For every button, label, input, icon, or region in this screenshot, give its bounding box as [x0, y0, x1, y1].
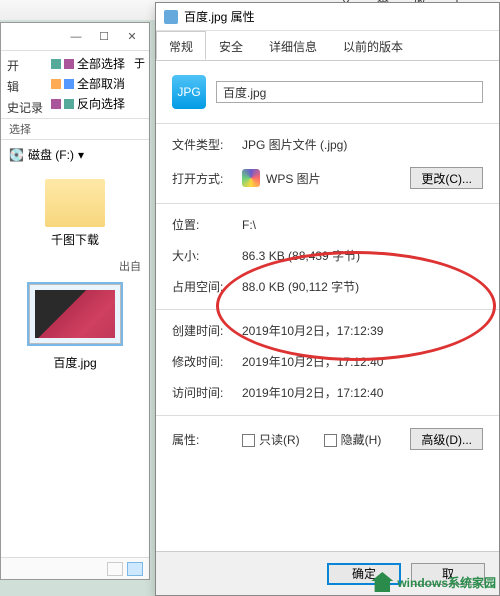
explorer-statusbar — [1, 557, 149, 579]
value-sizeondisk: 88.0 KB (90,112 字节) — [242, 278, 359, 295]
explorer-titlebar: ― ☐ ✕ — [1, 23, 149, 51]
change-button[interactable]: 更改(C)... — [410, 167, 483, 189]
value-openwith: WPS 图片 — [266, 170, 321, 187]
value-accessed: 2019年10月2日，17:12:40 — [242, 384, 383, 401]
label-location: 位置: — [172, 216, 242, 233]
view-details-icon[interactable] — [107, 562, 123, 576]
value-modified: 2019年10月2日，17:12:40 — [242, 353, 383, 370]
label-filetype: 文件类型: — [172, 136, 242, 153]
jpg-small-icon — [164, 10, 178, 24]
label-sizeondisk: 占用空间: — [172, 278, 242, 295]
close-icon[interactable]: ✕ — [121, 28, 143, 46]
folder-icon — [45, 179, 105, 227]
filename-input[interactable]: 百度.jpg — [216, 81, 483, 103]
value-filetype: JPG 图片文件 (.jpg) — [242, 136, 347, 153]
file-thumbnail — [35, 290, 115, 338]
tab-general[interactable]: 常规 — [156, 31, 206, 60]
file-label: 百度.jpg — [53, 354, 96, 371]
label-created: 创建时间: — [172, 322, 242, 339]
label-accessed: 访问时间: — [172, 384, 242, 401]
drive-icon: 💽 — [9, 148, 24, 162]
label-openwith: 打开方式: — [172, 170, 242, 187]
properties-titlebar: 百度.jpg 属性 — [156, 3, 499, 31]
hidden-checkbox[interactable]: 隐藏(H) — [324, 431, 382, 448]
tab-security[interactable]: 安全 — [206, 31, 256, 60]
value-created: 2019年10月2日，17:12:39 — [242, 322, 383, 339]
history-label[interactable]: 史记录 — [7, 99, 43, 116]
folder-label: 千图下载 — [35, 231, 115, 248]
select-group-label: 选择 — [1, 119, 149, 140]
general-panel: JPG 百度.jpg 文件类型:JPG 图片文件 (.jpg) 打开方式: WPS… — [156, 61, 499, 551]
house-icon — [371, 572, 393, 592]
properties-dialog: 百度.jpg 属性 常规 安全 详细信息 以前的版本 JPG 百度.jpg 文件… — [155, 2, 500, 596]
between-text: 出自 — [119, 258, 141, 274]
select-all[interactable]: 全部选择 — [51, 55, 125, 72]
title-cols: 于 — [134, 55, 145, 114]
label-size: 大小: — [172, 247, 242, 264]
view-thumbnails-icon[interactable] — [127, 562, 143, 576]
label-modified: 修改时间: — [172, 353, 242, 370]
value-size: 86.3 KB (88,439 字节) — [242, 247, 360, 264]
chevron-down-icon[interactable]: ▾ — [78, 148, 84, 162]
open-label[interactable]: 开 — [7, 57, 43, 74]
maximize-icon[interactable]: ☐ — [93, 28, 115, 46]
advanced-button[interactable]: 高级(D)... — [410, 428, 483, 450]
minimize-icon[interactable]: ― — [65, 28, 87, 46]
explorer-window: ― ☐ ✕ 开 辑 史记录 全部选择 全部取消 反向选择 于 选择 💽 磁盘 (… — [0, 22, 150, 580]
label-attrs: 属性: — [172, 431, 242, 448]
tab-details[interactable]: 详细信息 — [256, 31, 330, 60]
file-item-selected[interactable] — [29, 284, 121, 344]
file-pane: 千图下载 出自 百度.jpg — [1, 169, 149, 381]
properties-title: 百度.jpg 属性 — [184, 8, 255, 25]
folder-item[interactable]: 千图下载 — [35, 179, 115, 248]
annotation-oval — [216, 251, 496, 361]
wps-icon — [242, 169, 260, 187]
watermark: windows系统家园 — [371, 572, 496, 592]
filetype-icon: JPG — [172, 75, 206, 109]
deselect-all[interactable]: 全部取消 — [51, 75, 125, 92]
readonly-checkbox[interactable]: 只读(R) — [242, 431, 300, 448]
tab-strip: 常规 安全 详细信息 以前的版本 — [156, 31, 499, 61]
edit-label[interactable]: 辑 — [7, 78, 43, 95]
value-location: F:\ — [242, 218, 256, 232]
invert-selection[interactable]: 反向选择 — [51, 95, 125, 112]
explorer-ribbon: 开 辑 史记录 全部选择 全部取消 反向选择 于 — [1, 51, 149, 119]
drive-breadcrumb[interactable]: 💽 磁盘 (F:) ▾ — [1, 140, 149, 169]
tab-previous[interactable]: 以前的版本 — [330, 31, 416, 60]
